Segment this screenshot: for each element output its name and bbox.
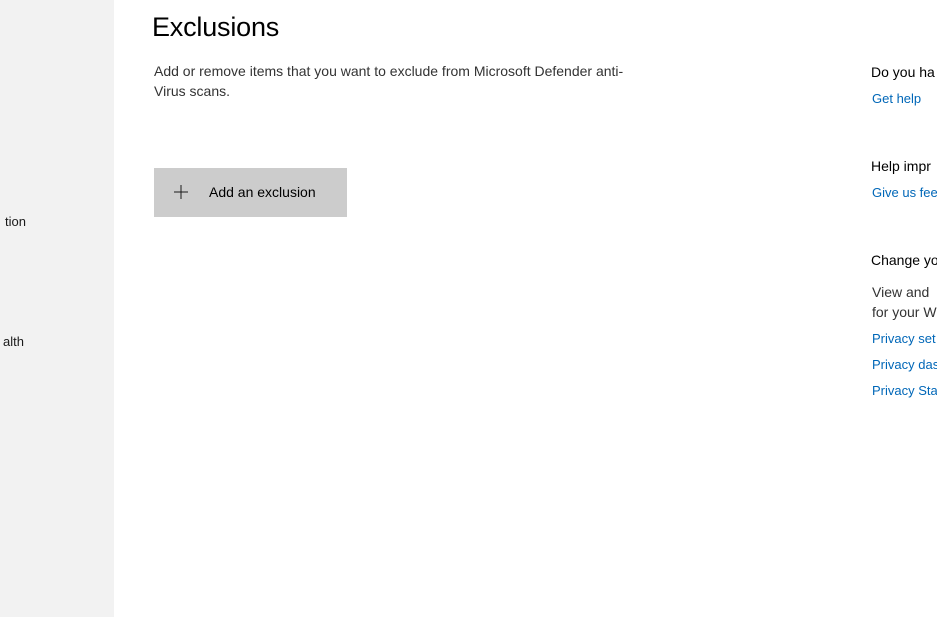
privacy-statement-link[interactable]: Privacy Sta: [872, 383, 937, 398]
sidebar-item-health[interactable]: alth: [0, 334, 24, 352]
privacy-heading: Change yo: [871, 252, 937, 268]
plus-icon: [173, 184, 189, 200]
main-content: Exclusions Add or remove items that you …: [114, 0, 937, 617]
add-exclusion-label: Add an exclusion: [209, 184, 316, 200]
privacy-settings-link[interactable]: Privacy set: [872, 331, 936, 346]
page-title: Exclusions: [152, 12, 280, 42]
page-description: Add or remove items that you want to exc…: [154, 63, 624, 99]
windows-security-window: tion alth Exclusions Add or remove items…: [0, 0, 937, 617]
privacy-text-line1: View and: [872, 284, 930, 300]
feedback-link[interactable]: Give us fee: [872, 185, 937, 200]
get-help-link[interactable]: Get help: [872, 91, 921, 106]
sidebar-item-label: alth: [3, 334, 24, 349]
sidebar: tion alth: [0, 0, 114, 617]
sidebar-item-protection[interactable]: tion: [0, 214, 26, 232]
right-help-panel: Do you ha Get help Help impr Give us fee…: [871, 0, 937, 617]
privacy-text-line2: for your W: [872, 304, 937, 320]
privacy-dashboard-link[interactable]: Privacy das: [872, 357, 937, 372]
add-exclusion-button[interactable]: Add an exclusion: [154, 168, 347, 217]
improve-heading: Help impr: [871, 158, 931, 174]
sidebar-item-label: tion: [5, 214, 26, 229]
help-heading: Do you ha: [871, 64, 935, 80]
